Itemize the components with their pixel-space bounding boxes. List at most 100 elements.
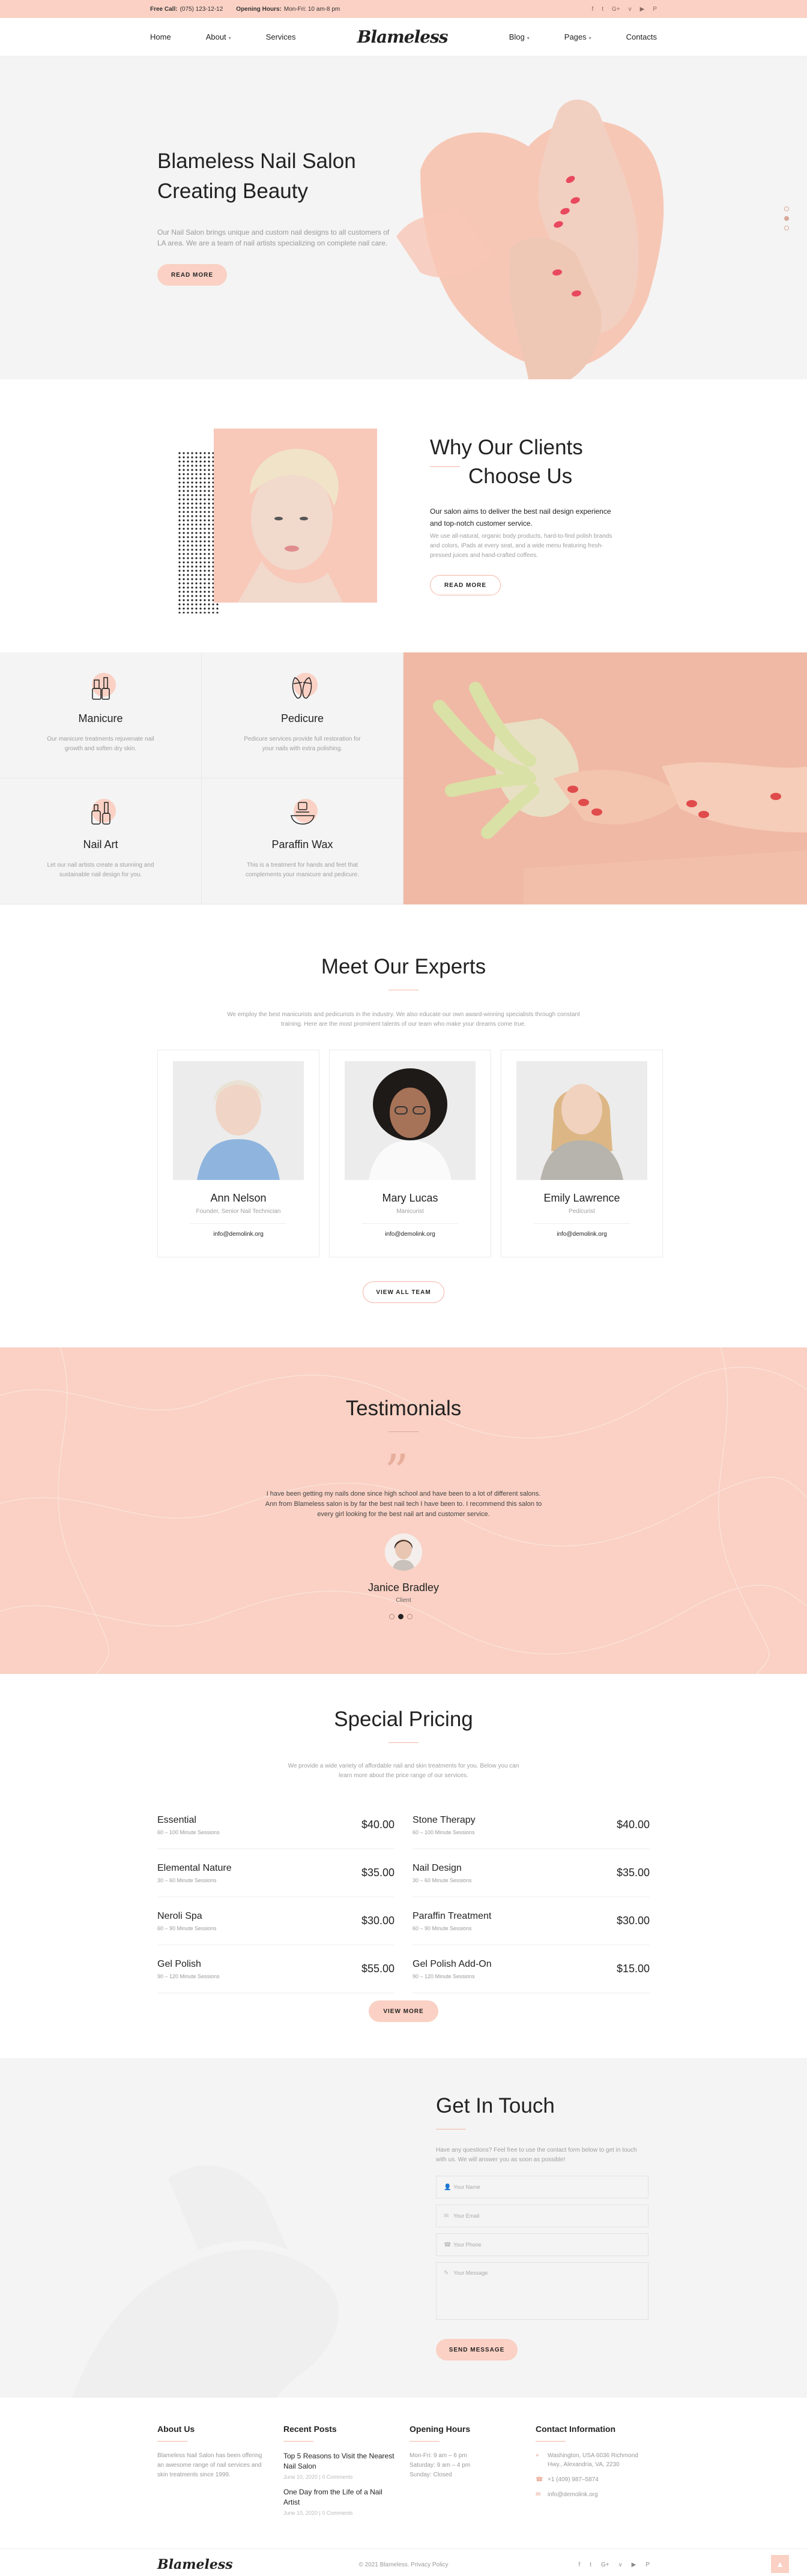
why-text: We use all-natural, organic body product…: [430, 533, 612, 559]
divider: [410, 2441, 440, 2442]
expert-email[interactable]: info@demolink.org: [385, 1231, 435, 1238]
why-section: Why Our Clients Choose Us Our salon aims …: [0, 379, 807, 652]
testimonials-section: Testimonials ” I have been getting my na…: [0, 1347, 807, 1674]
service-paraffin-wax[interactable]: Paraffin Wax This is a treatment for han…: [202, 778, 404, 904]
expert-name: Ann Nelson: [210, 1192, 267, 1204]
google-plus-icon[interactable]: G+: [612, 6, 620, 13]
message-field[interactable]: ✎ Your Message: [436, 2262, 648, 2320]
email-field[interactable]: ✉ Your Email: [436, 2204, 648, 2227]
facebook-icon[interactable]: f: [591, 6, 593, 13]
footer-heading: Contact Information: [536, 2424, 615, 2434]
top-social-links: f t G+ v ▶ P: [591, 6, 657, 13]
nail-bottles-icon: [83, 795, 118, 830]
copyright: © 2021 Blameless. Privacy Policy: [358, 2561, 449, 2568]
send-message-button[interactable]: SEND MESSAGE: [436, 2339, 518, 2361]
expert-card[interactable]: Mary Lucas Manicurist info@demolink.org: [329, 1050, 491, 1257]
footer-heading: Recent Posts: [283, 2424, 337, 2434]
nav-pages[interactable]: Pages ▾: [564, 32, 591, 41]
slider-dot[interactable]: [389, 1614, 394, 1619]
why-title-line1: Why Our Clients: [430, 436, 583, 459]
chevron-down-icon: ▾: [228, 35, 231, 41]
mail-icon: ✉: [536, 2491, 541, 2498]
testimonial-dots: [389, 1614, 413, 1619]
expert-email[interactable]: info@demolink.org: [557, 1231, 607, 1238]
footer-recent-posts: Recent Posts Top 5 Reasons to Visit the …: [283, 2424, 397, 2523]
price-item-price: $35.00: [361, 1867, 394, 1879]
slider-dot[interactable]: [407, 1614, 413, 1619]
footer-contact-info: Contact Information ⌖ Washington, USA 603…: [536, 2424, 650, 2505]
nav-home[interactable]: Home: [150, 32, 171, 41]
price-item-name: Gel Polish Add-On: [413, 1958, 492, 1969]
hero-read-more-button[interactable]: READ MORE: [157, 264, 227, 286]
price-item-duration: 90 – 120 Minute Sessions: [157, 1973, 220, 1979]
price-item: Neroli Spa 60 – 90 Minute Sessions $30.00: [157, 1897, 394, 1945]
user-icon: 👤: [444, 2183, 452, 2191]
slider-dot-active[interactable]: [398, 1614, 404, 1619]
price-item-name: Neroli Spa: [157, 1910, 202, 1921]
price-item: Elemental Nature 30 – 60 Minute Sessions $…: [157, 1849, 394, 1897]
footer-post-link[interactable]: Top 5 Reasons to Visit the Nearest Nail …: [283, 2451, 397, 2472]
footer-email[interactable]: ✉ info@demolink.org: [536, 2490, 650, 2499]
scroll-to-top-button[interactable]: ▲: [771, 2555, 789, 2573]
footer-hours-line: Mon-Fri: 9 am – 6 pm: [410, 2452, 467, 2459]
nav-contacts[interactable]: Contacts: [626, 32, 657, 41]
footer-about: About Us Blameless Nail Salon has been o…: [157, 2424, 271, 2480]
twitter-icon[interactable]: t: [602, 6, 603, 13]
slider-dot[interactable]: [784, 226, 789, 230]
hero-text: Our Nail Salon brings unique and custom …: [157, 228, 390, 247]
footer-about-text: Blameless Nail Salon has been offering a…: [157, 2452, 262, 2478]
price-item-price: $30.00: [616, 1915, 650, 1927]
testimonials-title: Testimonials: [345, 1397, 462, 1420]
hero-image: [396, 99, 664, 379]
price-item: Gel Polish 90 – 120 Minute Sessions $55.00: [157, 1945, 394, 1993]
expert-card[interactable]: Emily Lawrence Pedicurist info@demolink.…: [501, 1050, 663, 1257]
slippers-icon: [285, 669, 320, 704]
price-item-name: Paraffin Treatment: [413, 1910, 492, 1921]
why-title-line2: Choose Us: [468, 465, 573, 488]
expert-email[interactable]: info@demolink.org: [213, 1231, 264, 1238]
service-manicure[interactable]: Manicure Our manicure treatments rejuven…: [0, 652, 202, 778]
price-item-duration: 60 – 100 Minute Sessions: [413, 1829, 475, 1835]
location-pin-icon: ⌖: [536, 2452, 539, 2459]
nav-services[interactable]: Services: [266, 32, 296, 41]
youtube-icon[interactable]: ▶: [640, 6, 645, 13]
view-all-team-button[interactable]: VIEW ALL TEAM: [363, 1281, 444, 1303]
expert-role: Pedicurist: [534, 1208, 630, 1224]
service-nail-art[interactable]: Nail Art Let our nail artists create a s…: [0, 778, 202, 904]
phone-icon: ☎: [536, 2476, 543, 2483]
footer-post-link[interactable]: One Day from the Life of a Nail Artist: [283, 2487, 397, 2508]
phone-field[interactable]: ☎ Your Phone: [436, 2233, 648, 2256]
pricing-section: Special Pricing We provide a wide variet…: [0, 1674, 807, 2058]
site-logo[interactable]: Blameless: [357, 27, 449, 47]
slider-dot[interactable]: [784, 206, 789, 211]
expert-card[interactable]: Ann Nelson Founder, Senior Nail Technici…: [157, 1050, 319, 1257]
expert-role: Manicurist: [362, 1208, 458, 1224]
name-field[interactable]: 👤 Your Name: [436, 2176, 648, 2198]
expert-photo: [345, 1061, 476, 1180]
mail-icon: ✉: [444, 2212, 449, 2219]
footer-opening-hours: Opening Hours Mon-Fri: 9 am – 6 pm Satur…: [410, 2424, 524, 2480]
price-list: Essential 60 – 100 Minute Sessions $40.00 …: [157, 1801, 650, 1993]
hours-value: Mon-Fri: 10 am-8 pm: [283, 5, 340, 13]
nav-about[interactable]: About ▾: [206, 32, 231, 41]
why-read-more-button[interactable]: READ MORE: [430, 575, 501, 595]
phone-icon: ☎: [444, 2241, 452, 2248]
services-grid: Manicure Our manicure treatments rejuven…: [0, 652, 404, 904]
service-text: Pedicure services provide full restorati…: [244, 736, 361, 752]
footer-phone[interactable]: ☎ +1 (409) 987–5874: [536, 2475, 650, 2484]
pinterest-icon[interactable]: P: [653, 6, 657, 13]
services-section: Manicure Our manicure treatments rejuven…: [0, 652, 807, 904]
footer-heading: Opening Hours: [410, 2424, 471, 2434]
price-item-price: $30.00: [361, 1915, 394, 1927]
hero-title-line1: Blameless Nail Salon: [157, 149, 356, 173]
view-more-button[interactable]: VIEW MORE: [369, 2000, 438, 2022]
nav-blog[interactable]: Blog ▾: [509, 32, 530, 41]
chevron-down-icon: ▾: [588, 35, 591, 41]
slider-dot-active[interactable]: [784, 216, 789, 221]
phone-link[interactable]: (075) 123-12-12: [180, 6, 223, 13]
vimeo-icon[interactable]: v: [629, 6, 632, 13]
service-pedicure[interactable]: Pedicure Pedicure services provide full …: [202, 652, 404, 778]
price-item-duration: 30 – 60 Minute Sessions: [157, 1877, 217, 1883]
testimonial-text: I have been getting my nails done since …: [265, 1490, 542, 1518]
pricing-title: Special Pricing: [334, 1708, 473, 1731]
